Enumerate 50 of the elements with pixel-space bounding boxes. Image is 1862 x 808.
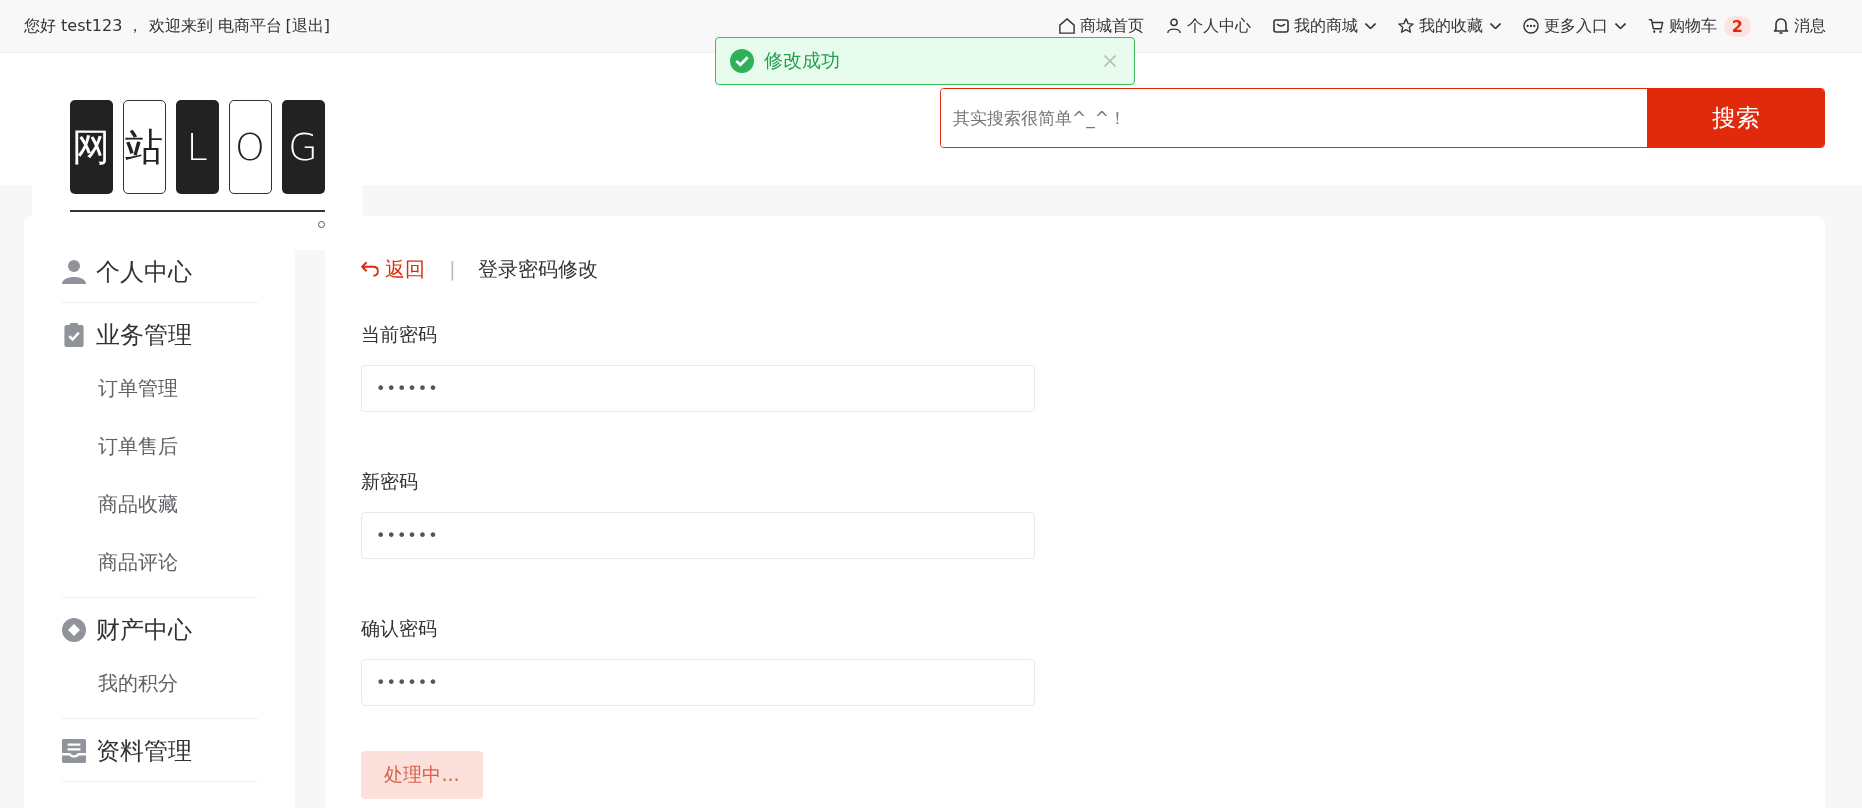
toast-message: 修改成功 (764, 48, 841, 73)
cart-count: 2 (1723, 15, 1751, 37)
nav-link[interactable]: 更多入口 (1522, 15, 1626, 37)
sidebar-item[interactable]: 商品收藏 (62, 475, 258, 533)
clipboard-check-icon (62, 323, 86, 347)
star-icon (1397, 18, 1414, 34)
diamond-coin-icon (62, 618, 86, 642)
separator: | (449, 257, 456, 281)
mail-icon (1272, 18, 1289, 34)
back-link[interactable]: 返回 (361, 255, 425, 283)
logo-tile[interactable]: L (175, 100, 219, 194)
logout-link[interactable]: [退出] (285, 15, 331, 37)
nav-link[interactable]: 消息 (1773, 15, 1826, 37)
inbox-tray-icon (62, 739, 86, 763)
field-label: 新密码 (361, 469, 419, 494)
password-field[interactable]: •••••• (361, 512, 1035, 559)
sidebar-group[interactable]: 业务管理 (96, 319, 192, 351)
logo-tile[interactable]: 站 (122, 100, 166, 194)
close-icon[interactable] (1104, 55, 1116, 67)
nav-link[interactable]: 商城首页 (1058, 15, 1144, 37)
more-icon (1522, 18, 1539, 34)
search-field[interactable]: 其实搜索很简单^_^！ 搜索 (940, 88, 1825, 148)
logo-tile[interactable]: G (281, 100, 325, 194)
sidebar-item[interactable]: 商品评论 (62, 533, 258, 591)
user-icon (62, 260, 86, 284)
sidebar-item[interactable]: 我的积分 (62, 654, 258, 712)
cart-icon (1647, 18, 1664, 34)
field-label: 当前密码 (361, 322, 438, 347)
nav-link[interactable]: 个人中心 (1165, 15, 1251, 37)
sidebar-group[interactable]: 资料管理 (96, 735, 192, 767)
nav-link[interactable]: 我的收藏 (1397, 15, 1501, 37)
nav-link[interactable]: 我的商城 (1272, 15, 1376, 37)
greeting-text: 您好 test123 ， 欢迎来到 电商平台 (24, 15, 282, 37)
page-title: 登录密码修改 (477, 255, 598, 283)
check-circle-icon (730, 49, 754, 73)
nav-link[interactable]: 购物车 2 (1647, 15, 1751, 37)
home-icon (1058, 18, 1075, 34)
password-field[interactable]: •••••• (361, 365, 1035, 412)
back-arrow-icon (361, 261, 379, 277)
logo-tile[interactable]: 网 (69, 100, 113, 194)
logo-tile[interactable]: O (228, 100, 272, 194)
field-label: 确认密码 (361, 616, 438, 641)
search-button[interactable]: 搜索 (1647, 89, 1824, 147)
sidebar-group[interactable]: 个人中心 (96, 256, 192, 288)
sidebar-item[interactable]: 订单管理 (62, 359, 258, 417)
sidebar-group[interactable]: 财产中心 (96, 614, 192, 646)
password-field[interactable]: •••••• (361, 659, 1035, 706)
sidebar-item[interactable]: 订单售后 (62, 417, 258, 475)
bell-icon (1773, 18, 1789, 34)
user-icon (1165, 18, 1182, 34)
